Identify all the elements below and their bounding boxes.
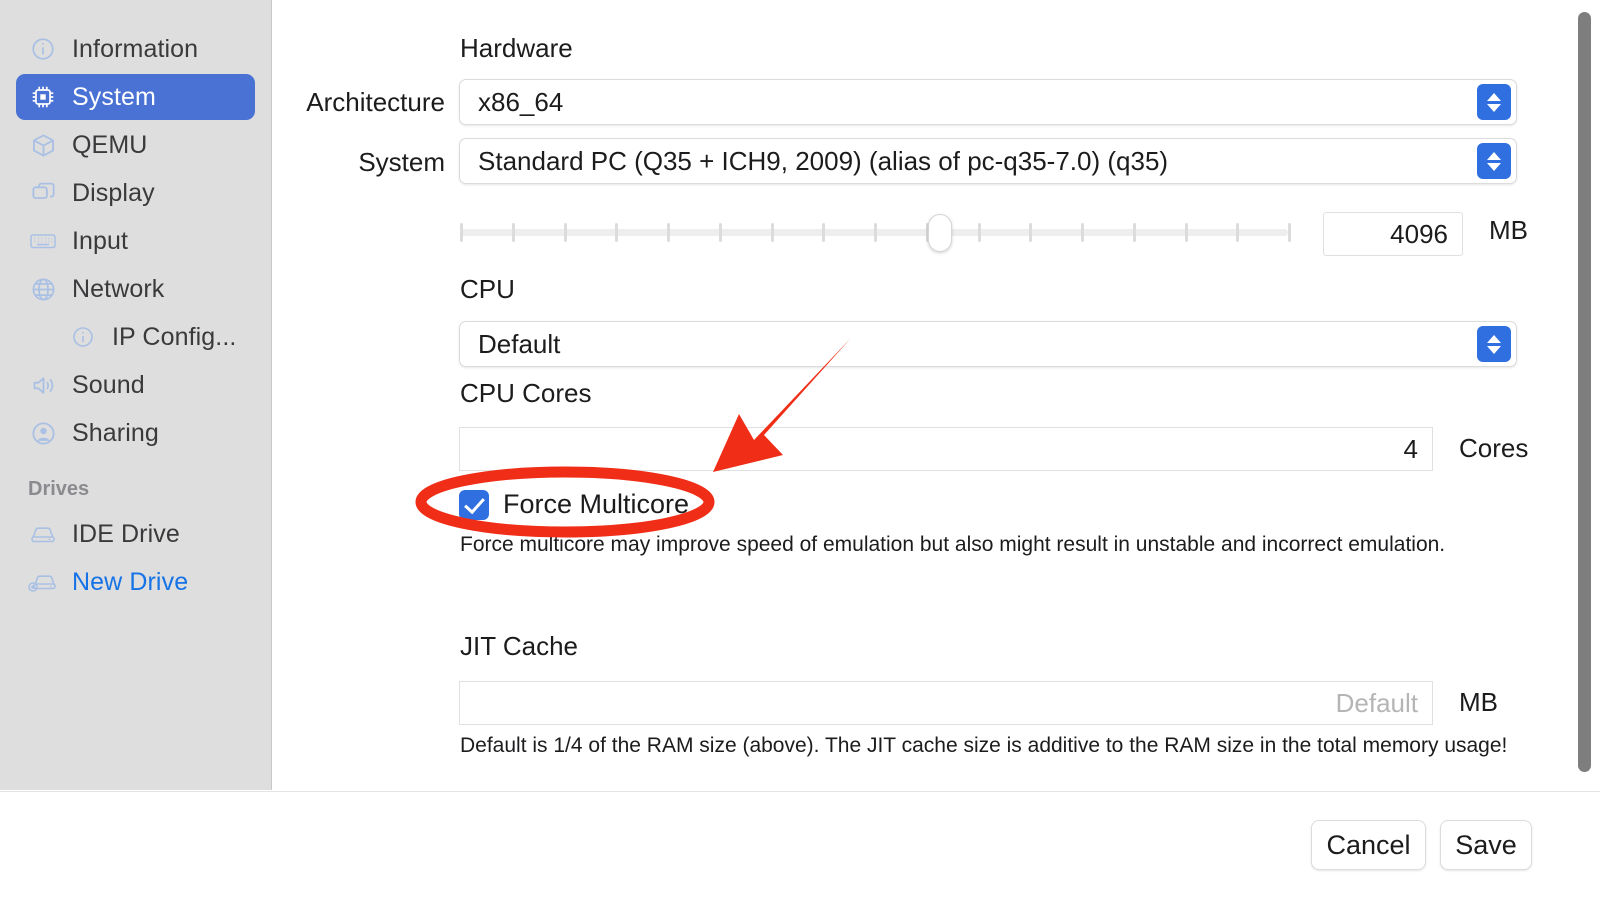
info-pin-icon xyxy=(68,322,98,352)
sidebar-item-label: Sound xyxy=(72,370,145,399)
sidebar-drive-list: IDE Drive New Drive xyxy=(0,511,271,605)
sidebar-item-sound[interactable]: Sound xyxy=(16,362,255,408)
sidebar-item-label: Input xyxy=(72,226,129,255)
system-label: System xyxy=(358,147,445,177)
globe-icon xyxy=(28,274,58,304)
ram-slider-tick xyxy=(1132,223,1136,242)
cpu-cores-value: 4 xyxy=(1403,433,1418,464)
ram-slider-tick xyxy=(460,223,463,242)
ram-slider-tick xyxy=(718,223,722,242)
save-button[interactable]: Save xyxy=(1440,820,1532,870)
hardware-section-title: Hardware xyxy=(460,33,573,63)
sidebar-item-label: QEMU xyxy=(72,130,148,159)
ram-value: 4096 xyxy=(1390,218,1448,249)
content-scrollbar-track[interactable] xyxy=(1578,4,1596,786)
ram-slider-tick xyxy=(1288,223,1291,242)
cpu-select[interactable]: Default xyxy=(459,321,1517,367)
sidebar-item-qemu[interactable]: QEMU xyxy=(16,122,255,168)
box-icon xyxy=(28,130,58,160)
cancel-button[interactable]: Cancel xyxy=(1311,820,1426,870)
cpu-cores-section-title: CPU Cores xyxy=(460,378,592,408)
cpu-section-title: CPU xyxy=(460,274,515,304)
sidebar-item-label: Information xyxy=(72,34,199,63)
sidebar-item-ide-drive[interactable]: IDE Drive xyxy=(16,511,255,557)
sidebar-item-label: IDE Drive xyxy=(72,519,180,548)
jit-cache-placeholder: Default xyxy=(1335,687,1418,718)
jit-cache-unit-label: MB xyxy=(1459,687,1498,717)
jit-cache-field[interactable]: Default xyxy=(459,681,1433,725)
ram-slider-tick xyxy=(511,223,515,242)
drive-plus-icon xyxy=(28,567,58,597)
ram-unit-label: MB xyxy=(1489,215,1528,245)
architecture-select-value: x86_64 xyxy=(478,86,564,117)
sidebar-item-ip-config[interactable]: IP Config... xyxy=(56,314,255,360)
sidebar: Information System QEMU Display Input Network… xyxy=(0,0,272,790)
system-select[interactable]: Standard PC (Q35 + ICH9, 2009) (alias of… xyxy=(459,138,1517,184)
drive-icon xyxy=(28,519,58,549)
ram-slider-tick xyxy=(563,223,567,242)
person-circle-icon xyxy=(28,418,58,448)
ram-slider-tick xyxy=(770,223,774,242)
sidebar-item-input[interactable]: Input xyxy=(16,218,255,264)
ram-slider-tick xyxy=(1236,223,1240,242)
jit-cache-help-text: Default is 1/4 of the RAM size (above). … xyxy=(460,734,1508,757)
ram-slider-knob[interactable] xyxy=(928,214,953,252)
footer-bar: Cancel Save xyxy=(0,791,1600,922)
ram-value-field[interactable]: 4096 xyxy=(1323,212,1463,256)
windows-icon xyxy=(28,178,58,208)
sidebar-item-sharing[interactable]: Sharing xyxy=(16,410,255,456)
system-select-value: Standard PC (Q35 + ICH9, 2009) (alias of… xyxy=(478,145,1169,176)
ram-slider-ticks xyxy=(460,223,1291,242)
sidebar-item-label: Display xyxy=(72,178,155,207)
architecture-label: Architecture xyxy=(306,87,445,117)
sidebar-item-label: System xyxy=(72,82,156,111)
sidebar-item-label: Sharing xyxy=(72,418,159,447)
ram-slider-tick xyxy=(1184,223,1188,242)
sidebar-item-label: New Drive xyxy=(72,567,189,596)
cpu-cores-field[interactable]: 4 xyxy=(459,427,1433,471)
force-multicore-checkbox-row[interactable]: Force Multicore xyxy=(459,489,689,520)
ram-slider-tick xyxy=(667,223,670,242)
ram-slider-tick xyxy=(615,223,619,242)
chevron-updown-icon[interactable] xyxy=(1477,326,1511,362)
force-multicore-help-text: Force multicore may improve speed of emu… xyxy=(460,533,1446,556)
speaker-icon xyxy=(28,370,58,400)
sidebar-section-drives: Drives xyxy=(28,478,90,500)
force-multicore-label: Force Multicore xyxy=(503,489,690,519)
force-multicore-checkbox[interactable] xyxy=(459,489,489,520)
ram-slider-tick xyxy=(1029,223,1033,242)
sidebar-item-system[interactable]: System xyxy=(16,74,255,120)
ram-slider-tick xyxy=(1081,223,1084,242)
cpu-cores-unit-label: Cores xyxy=(1459,433,1529,463)
sidebar-item-label: Network xyxy=(72,274,165,303)
ram-slider-tick xyxy=(874,223,877,242)
chevron-updown-icon[interactable] xyxy=(1477,143,1511,179)
ram-slider[interactable] xyxy=(460,212,1291,252)
main-content: Hardware Architecture x86_64 System Stan… xyxy=(273,0,1600,790)
sidebar-item-display[interactable]: Display xyxy=(16,170,255,216)
ram-slider-tick xyxy=(822,223,826,242)
jit-cache-section-title: JIT Cache xyxy=(460,631,579,661)
cpu-chip-icon xyxy=(28,82,58,112)
sidebar-item-new-drive[interactable]: New Drive xyxy=(16,559,255,605)
chevron-updown-icon[interactable] xyxy=(1477,84,1511,120)
sidebar-item-information[interactable]: Information xyxy=(16,26,255,72)
content-scrollbar-thumb[interactable] xyxy=(1578,12,1591,772)
ram-slider-tick xyxy=(977,223,981,242)
sidebar-nav-list: Information System QEMU Display Input Network… xyxy=(0,26,271,456)
sidebar-item-network[interactable]: Network xyxy=(16,266,255,312)
sidebar-item-label: IP Config... xyxy=(112,322,237,351)
architecture-select[interactable]: x86_64 xyxy=(459,79,1517,125)
info-circle-icon xyxy=(28,34,58,64)
cpu-select-value: Default xyxy=(478,328,561,359)
settings-window: Information System QEMU Display Input Network… xyxy=(0,0,1600,922)
keyboard-icon xyxy=(28,226,58,256)
